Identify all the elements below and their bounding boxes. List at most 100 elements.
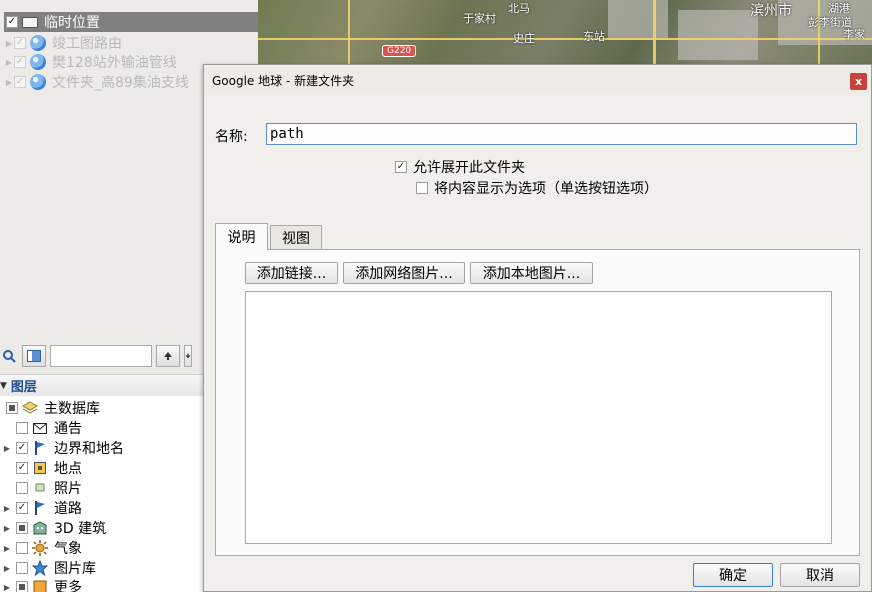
search-toolbar (0, 342, 205, 370)
kml-globe-icon (30, 54, 46, 70)
map-label: 李家 (843, 28, 865, 41)
layer-label: 地点 (54, 461, 82, 477)
layer-item[interactable]: ▶ ✓ 边界和地名 (2, 438, 124, 458)
layers-stack-icon (22, 400, 38, 416)
add-link-button[interactable]: 添加链接... (245, 262, 338, 284)
expand-arrow-icon[interactable]: ▶ (2, 504, 12, 513)
layer-item[interactable]: ▶ 3D 建筑 (2, 518, 106, 538)
place-item[interactable]: ▶ ✓ 竣工图路由 (4, 33, 122, 53)
layer-checkbox[interactable]: ✓ (16, 442, 28, 454)
layer-checkbox[interactable] (16, 542, 28, 554)
layer-label: 图片库 (54, 561, 96, 577)
search-icon[interactable] (0, 345, 18, 367)
layer-checkbox[interactable] (16, 422, 28, 434)
star-icon (32, 560, 48, 576)
layer-label: 通告 (54, 421, 82, 437)
panel-toggle-icon[interactable] (22, 345, 46, 367)
kml-globe-icon (30, 74, 46, 90)
layer-label: 照片 (54, 481, 82, 497)
layer-checkbox[interactable] (16, 522, 28, 534)
expand-arrow-icon[interactable]: ▶ (2, 544, 12, 553)
layer-item[interactable]: ▶ 气象 (2, 538, 82, 558)
map-label: 滨州市 (750, 3, 792, 19)
layer-checkbox[interactable] (16, 562, 28, 574)
photo-icon (32, 480, 48, 496)
sun-icon (32, 540, 48, 556)
map-road (258, 38, 872, 40)
ok-button[interactable]: 确定 (693, 563, 773, 587)
square-marker-icon (32, 460, 48, 476)
layer-checkbox[interactable] (16, 482, 28, 494)
layer-checkbox[interactable]: ✓ (16, 502, 28, 514)
show-as-options-checkbox[interactable] (416, 182, 428, 194)
place-checkbox[interactable]: ✓ (14, 56, 26, 68)
expand-arrow-icon[interactable]: ▶ (4, 78, 14, 87)
show-as-options-label: 将内容显示为选项（单选按钮选项） (434, 181, 658, 197)
road-shield: G220 (382, 45, 417, 57)
name-input[interactable] (266, 123, 857, 145)
layer-item[interactable]: ▶ ✓ 道路 (2, 498, 82, 518)
close-icon[interactable]: x (850, 73, 867, 90)
flag-icon (32, 500, 48, 516)
move-up-arrow-icon[interactable] (156, 345, 180, 367)
map-urban-block (608, 0, 668, 40)
description-tab-panel: 添加链接... 添加网络图片... 添加本地图片... (215, 249, 860, 556)
allow-expand-label: 允许展开此文件夹 (413, 160, 525, 176)
tab-description[interactable]: 说明 (215, 223, 268, 250)
layer-item[interactable]: 照片 (16, 478, 82, 498)
expand-arrow-icon[interactable]: ▶ (2, 583, 12, 592)
more-icon (32, 579, 48, 592)
dialog-title: Google 地球 - 新建文件夹 (212, 73, 355, 88)
layer-label: 气象 (54, 541, 82, 557)
cancel-button[interactable]: 取消 (780, 563, 860, 587)
layer-item[interactable]: 主数据库 (6, 398, 100, 418)
new-folder-dialog: Google 地球 - 新建文件夹 x 名称: ✓ 允许展开此文件夹 将内容显示… (203, 64, 872, 592)
allow-expand-option[interactable]: ✓ 允许展开此文件夹 (395, 157, 525, 177)
mail-icon (32, 420, 48, 436)
satellite-map[interactable]: 于家村 史庄 东站 北马 湖港 滨州市 彭李街道 李家 G220 (258, 0, 872, 66)
place-checkbox[interactable]: ✓ (14, 76, 26, 88)
expand-arrow-icon[interactable]: ▶ (2, 564, 12, 573)
layer-item[interactable]: ▶ 更多 (2, 577, 82, 592)
expand-arrow-icon[interactable]: ▶ (4, 39, 14, 48)
expand-arrow-icon[interactable]: ▶ (2, 444, 12, 453)
map-road (348, 0, 350, 66)
layer-label: 3D 建筑 (54, 521, 107, 537)
place-checkbox[interactable]: ✓ (14, 37, 26, 49)
map-label: 于家村 (463, 12, 496, 25)
map-label: 北马 (508, 2, 530, 15)
dialog-title-bar[interactable]: Google 地球 - 新建文件夹 x (204, 65, 871, 95)
place-label: 竣工图路由 (52, 36, 122, 52)
place-item[interactable]: ▶ ✓ 樊128站外输油管线 (4, 52, 177, 72)
map-urban-block (678, 10, 758, 60)
tab-view[interactable]: 视图 (270, 225, 322, 250)
place-item[interactable]: ▶ ✓ 文件夹_高89集油支线 (4, 72, 189, 92)
search-input[interactable] (50, 345, 152, 367)
place-label: 樊128站外输油管线 (52, 55, 177, 71)
add-local-image-button[interactable]: 添加本地图片... (470, 262, 593, 284)
description-editor[interactable] (245, 291, 832, 544)
layers-header[interactable]: ▼ 图层 (0, 374, 205, 396)
show-as-options-option[interactable]: 将内容显示为选项（单选按钮选项） (416, 178, 658, 198)
layer-item[interactable]: ▶ 图片库 (2, 558, 96, 578)
building-icon (32, 520, 48, 536)
move-down-arrow-icon[interactable] (184, 345, 192, 367)
kml-globe-icon (30, 35, 46, 51)
layer-checkbox[interactable] (6, 402, 18, 414)
allow-expand-checkbox[interactable]: ✓ (395, 161, 407, 173)
collapse-arrow-icon[interactable]: ▼ (0, 381, 7, 391)
temp-places-checkbox[interactable]: ✓ (6, 16, 18, 28)
expand-arrow-icon[interactable]: ▶ (4, 58, 14, 67)
layer-item[interactable]: 通告 (16, 418, 82, 438)
map-label: 史庄 (513, 32, 535, 45)
layer-item[interactable]: ✓ 地点 (16, 458, 82, 478)
expand-arrow-icon[interactable]: ▶ (2, 524, 12, 533)
layer-label: 更多 (54, 580, 82, 592)
temp-places-row[interactable]: ✓ 临时位置 (4, 12, 258, 32)
layer-checkbox[interactable]: ✓ (16, 462, 28, 474)
add-web-image-button[interactable]: 添加网络图片... (343, 262, 465, 284)
layer-checkbox[interactable] (16, 581, 28, 592)
folder-icon (22, 16, 38, 28)
place-label: 文件夹_高89集油支线 (52, 75, 189, 91)
layers-title: 图层 (10, 380, 37, 395)
